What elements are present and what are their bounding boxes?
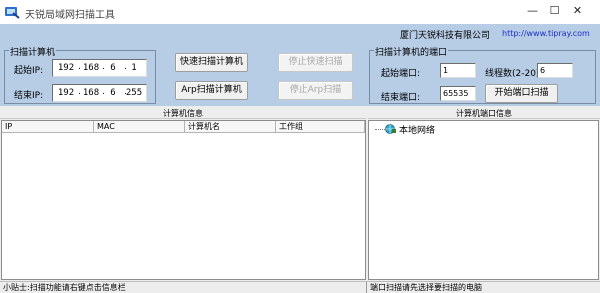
tree-node-local-network[interactable]: 本地网络 (399, 123, 435, 136)
start-port-scan-button[interactable]: 开始端口扫描 (485, 84, 558, 103)
start-ip-octet-3[interactable]: 6 (102, 63, 124, 73)
end-ip-octet-3[interactable]: 6 (102, 88, 124, 98)
title-bar: 天锐局域网扫描工具 — ☐ ✕ (0, 0, 600, 24)
window-title: 天锐局域网扫描工具 (25, 10, 115, 21)
status-divider (366, 282, 367, 293)
client-area: 厦门天锐科技有限公司 http://www.tipray.com 扫描计算机 起… (0, 24, 600, 293)
column-header-workgroup[interactable]: 工作组 (276, 121, 365, 133)
scanner-app-icon (5, 7, 20, 19)
port-group-title: 扫描计算机的端口 (374, 45, 449, 58)
stop-arp-scan-button[interactable]: 停止Arp扫描 (278, 81, 353, 100)
computer-info-header: 计算机信息 (0, 108, 366, 119)
quick-scan-button[interactable]: 快速扫描计算机 (175, 53, 248, 72)
end-port-label: 结束端口: (381, 93, 421, 103)
threads-input[interactable]: 6 (537, 63, 573, 78)
status-tip-right: 端口扫描请先选择要扫描的电脑 (370, 283, 482, 292)
column-header-ip[interactable]: IP (2, 121, 94, 133)
start-ip-label: 起始IP: (14, 66, 44, 76)
company-name: 厦门天锐科技有限公司 (400, 31, 491, 41)
start-ip-octet-4[interactable]: 1 (123, 63, 145, 73)
end-ip-field[interactable]: 192 . 168 . 6 . 255 (52, 84, 147, 102)
close-button[interactable]: ✕ (555, 0, 600, 24)
arp-scan-button[interactable]: Arp扫描计算机 (175, 81, 248, 100)
end-port-input[interactable]: 65535 (440, 86, 476, 101)
close-icon: ✕ (572, 4, 583, 17)
status-tip-left: 小贴士:扫描功能请右键点击信息栏 (3, 283, 126, 292)
status-bar: 小贴士:扫描功能请右键点击信息栏 端口扫描请先选择要扫描的电脑 (0, 281, 600, 293)
port-info-header: 计算机端口信息 (368, 108, 600, 119)
end-ip-octet-4[interactable]: 255 (123, 88, 145, 98)
network-globe-icon (385, 124, 396, 134)
end-ip-octet-1[interactable]: 192 (55, 88, 77, 98)
start-port-input[interactable]: 1 (440, 63, 476, 78)
start-port-label: 起始端口: (381, 69, 421, 79)
start-ip-octet-2[interactable]: 168 (80, 63, 102, 73)
column-header-computer-name[interactable]: 计算机名 (185, 121, 276, 133)
column-header-mac[interactable]: MAC (94, 121, 185, 133)
end-ip-label: 结束IP: (14, 91, 44, 101)
company-url-link[interactable]: http://www.tipray.com (502, 29, 590, 38)
threads-label: 线程数(2-20): (485, 69, 543, 79)
scan-group-title: 扫描计算机 (9, 45, 57, 58)
port-info-tree[interactable]: 本地网络 (368, 120, 599, 280)
control-panel: 厦门天锐科技有限公司 http://www.tipray.com 扫描计算机 起… (0, 24, 600, 106)
end-ip-octet-2[interactable]: 168 (80, 88, 102, 98)
start-ip-field[interactable]: 192 . 168 . 6 . 1 (52, 59, 147, 77)
computer-info-list[interactable]: IP MAC 计算机名 工作组 (1, 120, 366, 280)
stop-quick-scan-button[interactable]: 停止快速扫描 (278, 53, 353, 72)
start-ip-octet-1[interactable]: 192 (55, 63, 77, 73)
